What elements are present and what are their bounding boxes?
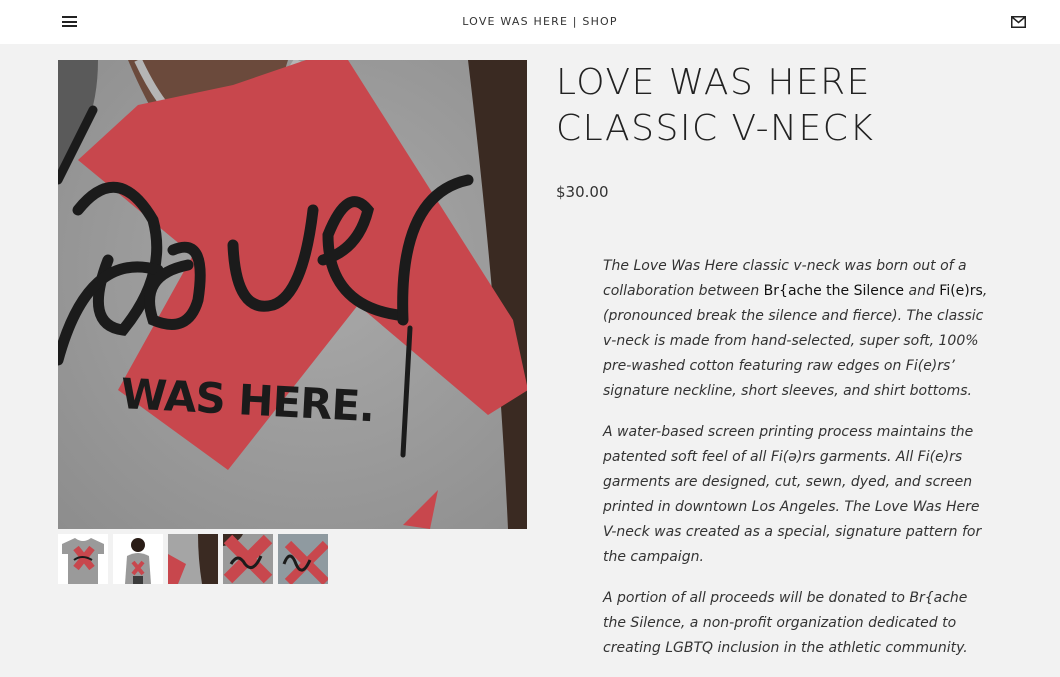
product-price: $30.00	[556, 183, 609, 201]
description-text: , (pronounced break the silence and fier…	[603, 283, 988, 399]
description-paragraph-2: A water-based screen printing process ma…	[603, 424, 982, 565]
fiers-link[interactable]: Fi(e)rs	[939, 283, 983, 299]
thumbnail-1[interactable]	[58, 534, 108, 584]
thumbnail-2[interactable]	[113, 534, 163, 584]
description-paragraph-1: The Love Was Here classic v-neck was bor…	[603, 254, 988, 404]
mail-icon[interactable]	[1011, 16, 1026, 28]
site-brand-link[interactable]: LOVE WAS HERE | SHOP	[0, 15, 1060, 28]
top-bar: LOVE WAS HERE | SHOP	[0, 0, 1060, 44]
thumbnail-3[interactable]	[168, 534, 218, 584]
breake-the-silence-link[interactable]: Br{ache the Silence	[764, 283, 904, 299]
product-title: LOVE WAS HERE CLASSIC V-NECK	[556, 62, 875, 149]
thumbnail-5[interactable]	[278, 534, 328, 584]
description-text: and	[904, 283, 940, 299]
description-paragraph-3: A portion of all proceeds will be donate…	[603, 590, 968, 656]
product-main-image: WAS HERE.	[58, 60, 527, 529]
thumbnail-4[interactable]	[223, 534, 273, 584]
product-description: The Love Was Here classic v-neck was bor…	[603, 254, 988, 677]
